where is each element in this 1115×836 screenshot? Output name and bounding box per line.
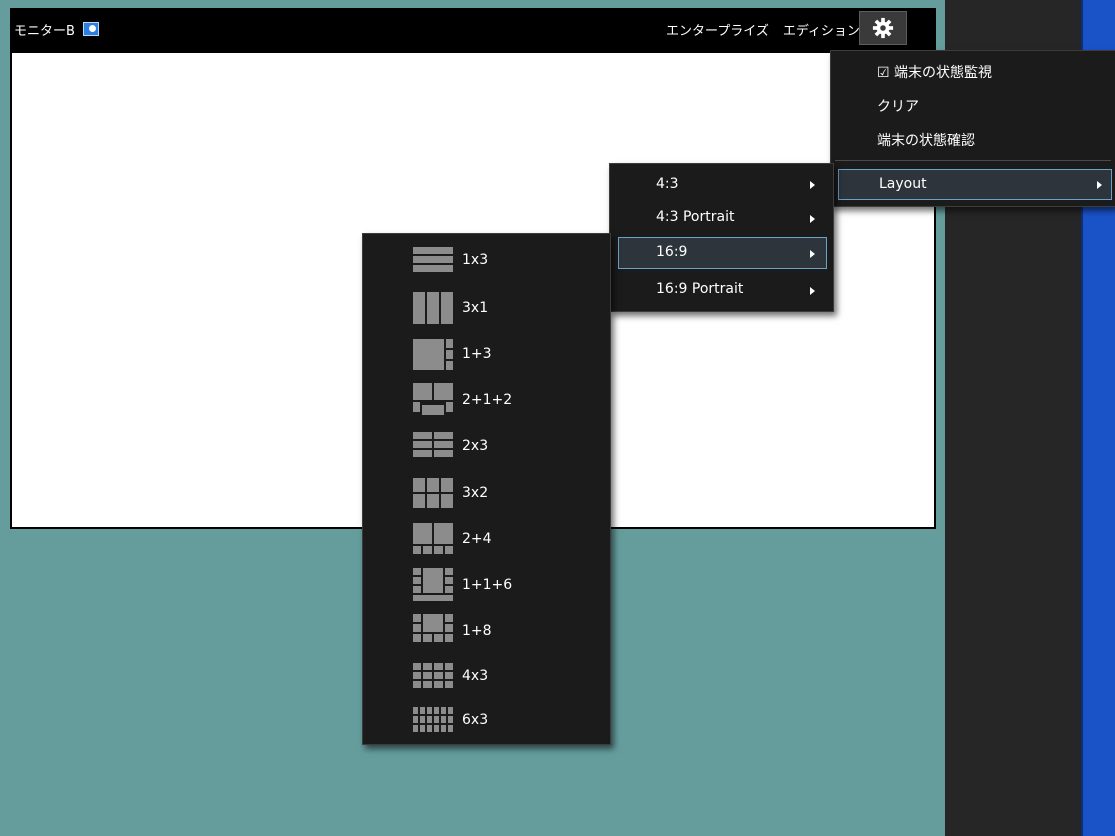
layout-item-1plus8[interactable]: 1+8 [363, 609, 610, 653]
layout-item-6x3[interactable]: 6x3 [363, 698, 610, 742]
layout-4x3-icon [413, 663, 453, 688]
monitor-header: モニターB エンタープライズ エディション [10, 8, 936, 53]
layout-item-2x3[interactable]: 2x3 [363, 424, 610, 468]
submenu-arrow-icon [810, 287, 815, 295]
desktop-background [0, 0, 945, 8]
aspect-item-4-3[interactable]: 4:3 [610, 164, 833, 200]
layout-item-label: 1x3 [462, 252, 489, 268]
submenu-arrow-icon [1097, 181, 1102, 189]
layout-item-label: 6x3 [462, 712, 489, 728]
settings-button[interactable] [859, 11, 907, 45]
aspect-item-label: 4:3 [656, 176, 679, 192]
layout-2plus1plus2-icon [413, 383, 453, 415]
monitor-status-icon [83, 22, 99, 36]
layout-2plus4-icon [413, 523, 453, 554]
layout-item-1plus3[interactable]: 1+3 [363, 332, 610, 376]
layout-item-label: 3x2 [462, 485, 489, 501]
aspect-item-label: 16:9 [656, 244, 688, 260]
menu-item-status-monitor[interactable]: ☑ 端末の状態監視 [877, 62, 992, 82]
aspect-item-label: 16:9 Portrait [656, 281, 744, 297]
menu-item-clear[interactable]: クリア [877, 96, 919, 116]
layout-submenu: 1x3 3x1 1+3 2+1+2 2x3 3x2 2+4 1+1+6 1+8 … [362, 233, 611, 745]
layout-item-label: 1+8 [462, 623, 492, 639]
aspect-item-4-3-portrait[interactable]: 4:3 Portrait [610, 200, 833, 234]
layout-item-label: 1+1+6 [462, 577, 513, 593]
layout-1plus8-icon [413, 614, 453, 642]
layout-6x3-icon [413, 707, 453, 732]
layout-item-3x1[interactable]: 3x1 [363, 286, 610, 330]
menu-item-layout-label: Layout [879, 176, 927, 192]
layout-item-label: 2+4 [462, 531, 492, 547]
menu-item-status-check[interactable]: 端末の状態確認 [877, 130, 975, 150]
layout-item-label: 1+3 [462, 346, 492, 362]
aspect-item-16-9-portrait[interactable]: 16:9 Portrait [610, 272, 833, 308]
menu-item-layout[interactable]: Layout [838, 169, 1112, 200]
gear-icon [872, 17, 894, 39]
layout-item-label: 4x3 [462, 668, 489, 684]
edition-label: エンタープライズ エディション [666, 20, 860, 39]
layout-item-4x3[interactable]: 4x3 [363, 654, 610, 698]
menu-separator [835, 160, 1111, 161]
layout-item-label: 2x3 [462, 438, 489, 454]
layout-1plus1plus6-icon [413, 568, 453, 601]
layout-2x3-icon [413, 432, 453, 457]
edition-word-1: エンタープライズ [666, 24, 769, 39]
monitor-title: モニターB [14, 24, 75, 39]
layout-item-2plus4[interactable]: 2+4 [363, 517, 610, 561]
submenu-arrow-icon [810, 181, 815, 189]
layout-item-label: 2+1+2 [462, 392, 513, 408]
layout-item-label: 3x1 [462, 300, 489, 316]
layout-item-1plus1plus6[interactable]: 1+1+6 [363, 563, 610, 607]
layout-item-1x3[interactable]: 1x3 [363, 238, 610, 282]
layout-3x2-icon [413, 478, 453, 508]
settings-menu: ☑ 端末の状態監視 クリア 端末の状態確認 Layout [830, 50, 1115, 207]
edition-word-2: エディション [782, 24, 860, 39]
submenu-arrow-icon [810, 250, 815, 258]
submenu-arrow-icon [810, 215, 815, 223]
layout-3x1-icon [413, 292, 453, 324]
layout-1x3-icon [413, 247, 453, 272]
layout-item-2plus1plus2[interactable]: 2+1+2 [363, 378, 610, 422]
aspect-item-16-9[interactable]: 16:9 [618, 237, 827, 269]
aspect-submenu: 4:3 4:3 Portrait 16:9 16:9 Portrait [609, 163, 834, 312]
aspect-item-label: 4:3 Portrait [656, 209, 735, 225]
layout-item-3x2[interactable]: 3x2 [363, 471, 610, 515]
layout-1plus3-icon [413, 339, 453, 370]
